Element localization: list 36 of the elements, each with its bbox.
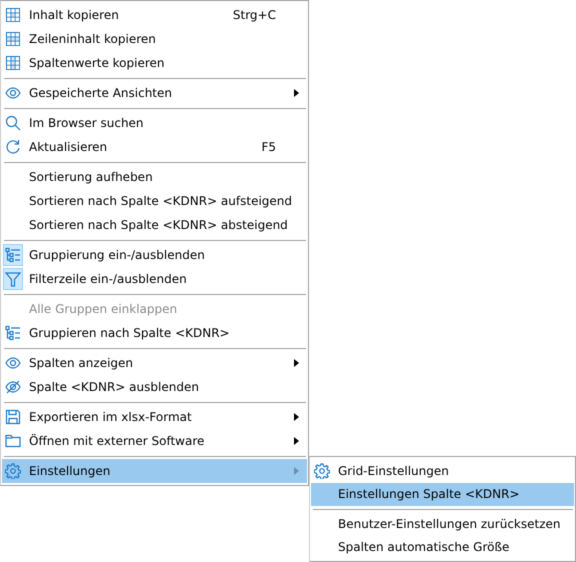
menu-item[interactable]: Sortieren nach Spalte <KDNR> aufsteigend: [2, 189, 307, 213]
folder-icon: [5, 433, 21, 449]
settings-icon: [5, 463, 21, 479]
shortcut-text: Strg+C: [232, 8, 276, 22]
menu-item[interactable]: Grid-Einstellungen: [311, 459, 574, 482]
tree-list-icon: [5, 325, 21, 341]
menu-item[interactable]: Aktualisieren F5: [2, 135, 307, 159]
eye-icon: [5, 355, 21, 371]
table-icon: [5, 55, 21, 71]
menu-item[interactable]: Öffnen mit externer Software: [2, 429, 307, 453]
table-icon: [5, 31, 21, 47]
eye-icon: [5, 85, 21, 101]
menu-item[interactable]: Gruppieren nach Spalte <KDNR>: [2, 321, 307, 345]
refresh-icon: [5, 139, 21, 155]
menu-item[interactable]: Benutzer-Einstellungen zurücksetzen: [311, 512, 574, 536]
shortcut-text: F5: [261, 140, 276, 154]
menu-item[interactable]: Sortieren nach Spalte <KDNR> absteigend: [2, 213, 307, 237]
settings-icon: [314, 462, 330, 479]
menu-item[interactable]: Spalten automatische Größe: [311, 535, 574, 559]
menu-item[interactable]: Einstellungen Spalte <KDNR>: [311, 482, 574, 506]
eye-slash-icon: [5, 379, 21, 395]
menu-item[interactable]: Im Browser suchen: [2, 111, 307, 135]
menu-item[interactable]: Einstellungen: [2, 459, 307, 483]
menu-item[interactable]: Filterzeile ein-/ausblenden: [2, 267, 307, 291]
save-icon: [5, 409, 21, 425]
menu-item[interactable]: Zeileninhalt kopieren: [2, 27, 307, 51]
search-icon: [5, 115, 21, 131]
menu-item[interactable]: Spalten anzeigen: [2, 351, 307, 375]
menu-item[interactable]: Gespeicherte Ansichten: [2, 81, 307, 105]
table-icon: [5, 7, 21, 23]
menu-item[interactable]: Inhalt kopieren Strg+C: [2, 3, 307, 27]
menu-item[interactable]: Gruppierung ein-/ausblenden: [2, 243, 307, 267]
menu-item[interactable]: Spaltenwerte kopieren: [2, 51, 307, 75]
menu-item[interactable]: Exportieren im xlsx-Format: [2, 405, 307, 429]
menu-item[interactable]: Spalte <KDNR> ausblenden: [2, 375, 307, 399]
menu-item[interactable]: Sortierung aufheben: [2, 165, 307, 189]
